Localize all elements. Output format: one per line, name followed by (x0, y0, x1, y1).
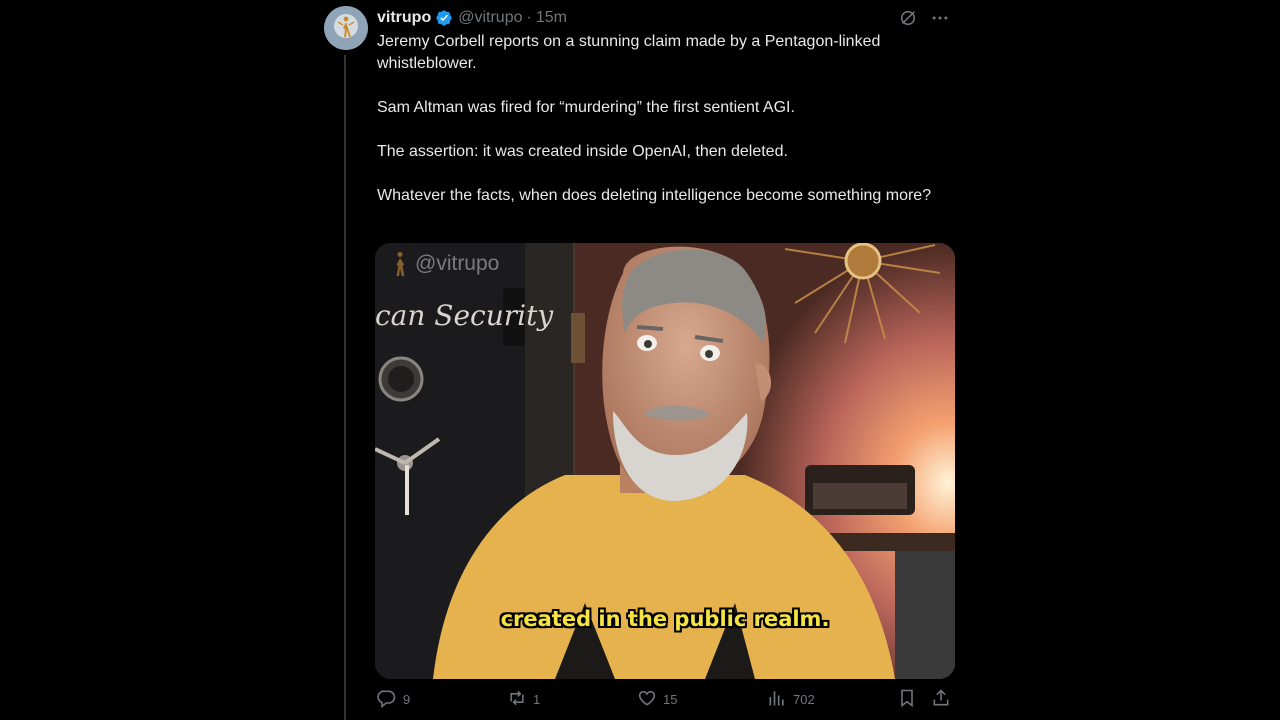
views-icon (767, 688, 787, 711)
tweet-paragraph: Whatever the facts, when does deleting i… (377, 187, 932, 204)
repost-count: 1 (533, 691, 541, 707)
verified-badge-icon (435, 9, 453, 27)
like-count: 15 (663, 691, 678, 707)
bookmark-button[interactable] (897, 688, 917, 710)
tweet-text: Jeremy Corbell reports on a stunning cla… (377, 31, 937, 207)
display-name[interactable]: vitrupo (377, 9, 431, 27)
tweet-paragraph: The assertion: it was created inside Ope… (377, 143, 788, 160)
tweet-actions: 9 1 15 702 (377, 688, 951, 710)
watermark-text: @vitrupo (415, 252, 500, 275)
tweet-paragraph: Jeremy Corbell reports on a stunning cla… (377, 33, 881, 72)
bookmark-icon (897, 688, 917, 711)
video-player[interactable]: can Security @vitrupo created in the pub… (375, 243, 955, 679)
share-icon (931, 688, 951, 711)
repost-icon (507, 688, 527, 711)
grok-icon[interactable] (898, 8, 918, 28)
safe-label: can Security (375, 299, 554, 332)
handle[interactable]: @vitrupo (458, 9, 522, 27)
video-subtitle: created in the public realm. (500, 607, 830, 631)
share-button[interactable] (931, 688, 951, 710)
tweet-paragraph: Sam Altman was fired for “murdering” the… (377, 99, 795, 116)
tweet-top-actions (898, 8, 950, 28)
reply-icon (377, 688, 397, 711)
repost-button[interactable]: 1 (507, 688, 540, 710)
like-icon (637, 688, 657, 711)
views-button[interactable]: 702 (767, 688, 815, 710)
timestamp[interactable]: 15m (536, 9, 567, 27)
like-button[interactable]: 15 (637, 688, 677, 710)
more-icon[interactable] (930, 8, 950, 28)
video-watermark: @vitrupo (391, 251, 499, 277)
separator-dot: · (526, 9, 532, 26)
reply-button[interactable]: 9 (377, 688, 410, 710)
tweet-page: vitrupo @vitrupo · 15m Jeremy Corbell re… (0, 0, 1280, 720)
reply-count: 9 (403, 691, 411, 707)
views-count: 702 (793, 691, 815, 707)
watermark-figure-icon (396, 251, 405, 277)
avatar[interactable] (324, 6, 368, 50)
thread-line (344, 55, 346, 720)
tweet-header: vitrupo @vitrupo · 15m (377, 8, 567, 28)
